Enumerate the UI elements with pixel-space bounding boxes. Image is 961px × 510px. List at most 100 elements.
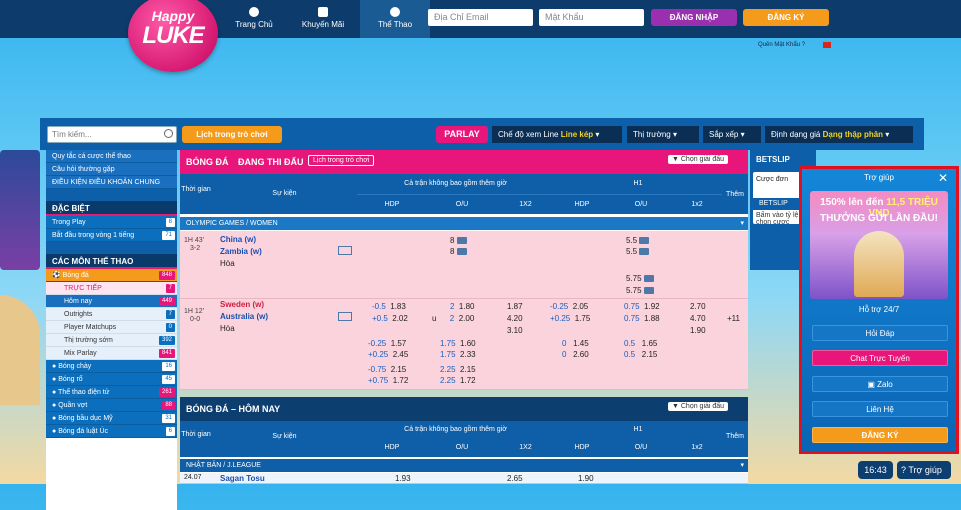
sidebar-link-faq[interactable]: Câu hỏi thường gặp: [46, 163, 177, 176]
forgot-password-link[interactable]: Quên Mật Khẩu ?: [758, 42, 805, 48]
odds-cell[interactable]: 0.75 1.88: [624, 314, 660, 323]
tab-single-bet[interactable]: Cược đơn: [756, 176, 788, 183]
view-mode-select[interactable]: Chế độ xem Line Line kép ▾: [492, 126, 622, 143]
odds-cell[interactable]: 8: [450, 236, 467, 245]
odds-cell[interactable]: +0.5 2.02: [372, 314, 408, 323]
sidebar-item-baseball[interactable]: ● Bóng chày 16: [46, 360, 177, 373]
odds-1x2-away[interactable]: 4.20: [507, 314, 523, 323]
odds-value: 1.72: [460, 376, 476, 385]
sidebar-item-live[interactable]: TRỰC TIẾP 7: [46, 282, 177, 295]
odds-cell[interactable]: 0 1.45: [562, 339, 589, 348]
chevron-down-icon: ▾: [885, 130, 890, 139]
sidebar-item-starting-soon[interactable]: Bắt đầu trong vòng 1 tiếng 71: [46, 229, 177, 242]
odds-cell[interactable]: -0.75 2.15: [368, 365, 406, 374]
live-chat-button[interactable]: Chat Trực Tuyến: [812, 350, 948, 366]
odds-value[interactable]: 1.90: [578, 474, 594, 483]
odds-cell[interactable]: +0.25 1.75: [550, 314, 590, 323]
lock-icon: [456, 237, 467, 245]
sort-select[interactable]: Sắp xếp ▾: [703, 126, 761, 143]
market-select[interactable]: Thị trường ▾: [627, 126, 699, 143]
brand-logo[interactable]: Happy LUKE: [128, 0, 218, 72]
odds-h1-1x2-home[interactable]: 2.70: [690, 302, 706, 311]
odds-cell[interactable]: 2.25 2.15: [440, 365, 476, 374]
odds-cell[interactable]: -0.25 1.57: [368, 339, 406, 348]
odds-cell[interactable]: 1.75 1.60: [440, 339, 476, 348]
sidebar-link-terms[interactable]: ĐIỀU KIỆN ĐIỀU KHOẢN CHUNG: [46, 176, 177, 189]
odds-1x2-draw[interactable]: 3.10: [507, 326, 523, 335]
odds-cell[interactable]: 0.75 1.92: [624, 302, 660, 311]
odds-value: 1.92: [644, 302, 660, 311]
search-icon[interactable]: [164, 129, 173, 138]
help-button[interactable]: ? Trợ giúp: [897, 461, 951, 479]
odds-cell[interactable]: -0.25 2.05: [550, 302, 588, 311]
promo-banner[interactable]: 150% lên đến 11,5 TRIỆU VND THƯỞNG GỬI L…: [810, 191, 948, 299]
odds-cell[interactable]: 0 2.60: [562, 350, 589, 359]
odds-value: 2.05: [572, 302, 589, 311]
odds-cell[interactable]: 5.75: [626, 274, 654, 283]
popup-register-button[interactable]: ĐĂNG KÝ: [812, 427, 948, 443]
pitch-icon[interactable]: [338, 246, 352, 255]
odds-cell[interactable]: 5.5: [626, 247, 650, 256]
odds-cell[interactable]: 2 1.80: [450, 302, 474, 311]
sidebar-item-early-market[interactable]: Thị trường sớm 392: [46, 334, 177, 347]
faq-button[interactable]: Hỏi Đáp: [812, 325, 948, 341]
more-markets-link[interactable]: +11: [727, 314, 740, 323]
odds-cell[interactable]: 0.5 2.15: [624, 350, 657, 359]
odds-cell[interactable]: -0.5 1.83: [372, 302, 406, 311]
count-badge: 45: [162, 375, 175, 384]
odds-cell[interactable]: +0.25 2.45: [368, 350, 408, 359]
sidebar-item-american-football[interactable]: ● Bóng bầu dục Mỹ 31: [46, 412, 177, 425]
odds-h1-1x2-draw[interactable]: 1.90: [690, 326, 706, 335]
pitch-icon[interactable]: [338, 312, 352, 321]
odds-cell[interactable]: +0.75 1.72: [368, 376, 408, 385]
odds-cell[interactable]: 8: [450, 247, 467, 256]
home-team[interactable]: Sagan Tosu: [220, 474, 265, 483]
sidebar-link-rules[interactable]: Quy tắc cá cược thể thao: [46, 150, 177, 163]
nav-home[interactable]: Trang Chủ: [219, 0, 289, 38]
sidebar-item-tennis[interactable]: ● Quần vợt 88: [46, 399, 177, 412]
odds-cell[interactable]: u 2 2.00: [432, 314, 474, 323]
sidebar-item-esports[interactable]: ● Thể thao điện tử 261: [46, 386, 177, 399]
login-button[interactable]: ĐĂNG NHẬP: [651, 9, 737, 26]
password-input[interactable]: Mật Khẩu: [539, 9, 644, 26]
odds-cell[interactable]: 2.25 1.72: [440, 376, 476, 385]
vietnam-flag-icon[interactable]: [823, 42, 831, 48]
odds-h1-1x2-away[interactable]: 4.70: [690, 314, 706, 323]
zalo-button[interactable]: ▣ Zalo: [812, 376, 948, 392]
odds-cell[interactable]: 5.75: [626, 286, 654, 295]
odds-value[interactable]: 2.65: [507, 474, 523, 483]
nav-sports[interactable]: Thể Thao: [360, 0, 430, 38]
parlay-button[interactable]: PARLAY: [436, 126, 488, 143]
schedule-button[interactable]: Lịch trong trò chơi: [182, 126, 282, 143]
league-bar[interactable]: NHẬT BẢN / J.LEAGUE ▾: [180, 459, 748, 472]
odds-cell[interactable]: 0.5 1.65: [624, 339, 657, 348]
league-bar[interactable]: OLYMPIC GAMES / WOMEN ▾: [180, 217, 748, 230]
sidebar-item-basketball[interactable]: ● Bóng rổ 45: [46, 373, 177, 386]
schedule-link[interactable]: Lịch trong trò chơi: [308, 155, 375, 166]
home-team[interactable]: Sweden (w): [220, 300, 264, 309]
odds-cell[interactable]: 1.75 2.33: [440, 350, 476, 359]
sidebar-item-outrights[interactable]: Outrights 7: [46, 308, 177, 321]
close-icon[interactable]: ✕: [938, 171, 948, 185]
email-input[interactable]: Địa Chỉ Email: [428, 9, 533, 26]
sidebar-item-in-play[interactable]: Trong Play 8: [46, 216, 177, 229]
register-button[interactable]: ĐĂNG KÝ: [743, 9, 829, 26]
home-team[interactable]: China (w): [220, 235, 256, 244]
sidebar-item-aussie-rules[interactable]: ● Bóng đá luật Úc 6: [46, 425, 177, 438]
search-input[interactable]: Tìm kiếm...: [47, 126, 177, 143]
odds-cell[interactable]: 5.5: [626, 236, 650, 245]
odds-value[interactable]: 1.93: [395, 474, 411, 483]
sidebar-item-football[interactable]: ⚽ Bóng đá 848: [46, 269, 177, 282]
odds-1x2-home[interactable]: 1.87: [507, 302, 523, 311]
choose-league-button[interactable]: ▼ Chọn giải đấu: [668, 155, 729, 164]
choose-league-button[interactable]: ▼ Chọn giải đấu: [668, 402, 729, 411]
away-team[interactable]: Australia (w): [220, 312, 268, 321]
sidebar-item-today[interactable]: Hôm nay 449: [46, 295, 177, 308]
contact-button[interactable]: Liên Hệ: [812, 401, 948, 417]
odds-format-select[interactable]: Định dạng giá Dạng thập phân ▾: [765, 126, 913, 143]
filter-icon: ▼: [672, 156, 681, 163]
nav-promotions[interactable]: Khuyến Mãi: [288, 0, 358, 38]
sidebar-item-mix-parlay[interactable]: Mix Parlay 841: [46, 347, 177, 360]
sidebar-item-player-matchups[interactable]: Player Matchups 0: [46, 321, 177, 334]
away-team[interactable]: Zambia (w): [220, 247, 262, 256]
